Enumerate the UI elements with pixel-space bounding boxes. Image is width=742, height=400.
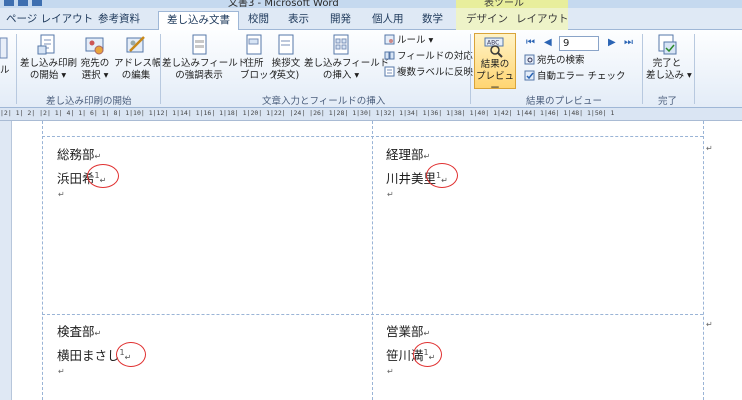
next-record-icon[interactable]: ▶ bbox=[608, 37, 616, 48]
tab-math[interactable]: 数学 bbox=[420, 11, 445, 30]
quick-access-icon[interactable] bbox=[18, 0, 28, 6]
label-department: 検査部↵ bbox=[57, 324, 102, 339]
record-number-input[interactable]: 9 bbox=[559, 36, 599, 51]
tab-references[interactable]: 参考資料 bbox=[96, 11, 142, 30]
label-department: 営業部↵ bbox=[386, 324, 431, 339]
address-block-icon bbox=[246, 34, 262, 55]
match-fields-icon bbox=[384, 51, 395, 60]
table-row-divider bbox=[42, 314, 703, 315]
quick-access-icon[interactable] bbox=[4, 0, 14, 6]
tab-table-design[interactable]: デザイン bbox=[464, 11, 510, 30]
tab-page-layout[interactable]: ページ レイアウト bbox=[4, 11, 95, 30]
label-department: 総務部↵ bbox=[57, 147, 102, 162]
tab-developer[interactable]: 開発 bbox=[328, 11, 353, 30]
quick-access-icon[interactable] bbox=[32, 0, 42, 6]
select-recipients-button[interactable]: 宛先の 選択 ▾ bbox=[80, 34, 110, 82]
tab-review[interactable]: 校閲 bbox=[246, 11, 271, 30]
end-of-row-mark: ↵ bbox=[706, 320, 713, 329]
rules-button[interactable]: ルール ▾ bbox=[384, 34, 433, 47]
edit-recipient-list-button[interactable]: アドレス帳 の編集 bbox=[114, 34, 162, 82]
tab-mailings[interactable]: 差し込み文書 bbox=[158, 11, 239, 31]
auto-check-icon bbox=[524, 70, 535, 81]
highlight-circle bbox=[87, 164, 119, 188]
preview-results-icon: ABC bbox=[484, 37, 504, 58]
group-separator bbox=[160, 34, 161, 104]
highlight-circle bbox=[426, 163, 458, 188]
table-border-right bbox=[703, 121, 704, 400]
context-group-title: 表ツール bbox=[484, 0, 524, 8]
tab-table-layout[interactable]: レイアウト bbox=[514, 11, 571, 30]
label-department: 経理部↵ bbox=[386, 147, 431, 162]
highlight-circle bbox=[413, 342, 442, 367]
tab-personal[interactable]: 個人用 bbox=[370, 11, 406, 30]
horizontal-ruler[interactable]: |2| 1| 2| |2| 1| 4| 1| 6| 1| 8| 1|10| 1|… bbox=[0, 108, 742, 121]
match-fields-button[interactable]: フィールドの対応 bbox=[384, 50, 473, 63]
previous-record-icon[interactable]: ◀ bbox=[544, 37, 552, 48]
update-labels-icon bbox=[384, 66, 395, 77]
title-bar: 文書3 - Microsoft Word 表ツール bbox=[0, 0, 742, 8]
group-label-finish: 完了 bbox=[658, 96, 678, 107]
table-border-top bbox=[42, 136, 703, 137]
cut-off-button-label[interactable]: ル bbox=[0, 64, 10, 77]
group-label-write-insert: 文章入力とフィールドの挿入 bbox=[262, 96, 386, 107]
ribbon-tabs: ページ レイアウト 参考資料 差し込み文書 校閲 表示 開発 個人用 数学 デザ… bbox=[0, 8, 742, 31]
group-separator bbox=[16, 34, 17, 104]
group-label-start-merge: 差し込み印刷の開始 bbox=[46, 96, 132, 107]
find-recipient-icon bbox=[524, 54, 535, 65]
auto-check-errors-button[interactable]: 自動エラー チェック bbox=[524, 70, 626, 83]
group-label-preview-results: 結果のプレビュー bbox=[526, 96, 603, 107]
insert-field-icon bbox=[333, 34, 349, 55]
ribbon: ル 差し込み印刷 の開始 ▾ 宛先の 選択 ▾ アドレス帳 の編集 差し込み印刷… bbox=[0, 30, 742, 108]
table-border-left bbox=[42, 121, 43, 400]
tab-view[interactable]: 表示 bbox=[286, 11, 311, 30]
group-separator bbox=[694, 34, 695, 104]
preview-results-button[interactable]: ABC 結果の プレビュー bbox=[474, 33, 516, 94]
ruler-scale: |2| 1| 2| |2| 1| 4| 1| 6| 1| 8| 1|10| 1|… bbox=[0, 109, 615, 117]
finish-merge-icon bbox=[658, 34, 677, 55]
insert-merge-field-button[interactable]: 差し込みフィールド の挿入 ▾ bbox=[304, 34, 389, 82]
group-separator bbox=[470, 34, 471, 104]
update-labels-button[interactable]: 複数ラベルに反映 bbox=[384, 66, 473, 79]
window-title: 文書3 - Microsoft Word bbox=[228, 0, 339, 8]
find-recipient-button[interactable]: 宛先の検索 bbox=[524, 54, 585, 67]
paragraph-mark: ↵ bbox=[387, 190, 394, 199]
paragraph-mark: ↵ bbox=[58, 367, 65, 376]
svg-text:ABC: ABC bbox=[487, 40, 499, 47]
highlight-fields-icon bbox=[192, 34, 207, 55]
highlight-merge-fields-button[interactable]: 差し込みフィールド の強調表示 bbox=[162, 34, 247, 82]
first-record-icon[interactable]: ⏮ bbox=[526, 37, 535, 48]
start-merge-icon bbox=[37, 34, 55, 55]
left-margin-bar bbox=[0, 121, 12, 400]
end-of-row-mark: ↵ bbox=[706, 144, 713, 153]
greeting-line-icon bbox=[278, 34, 294, 55]
edit-list-icon bbox=[126, 36, 145, 53]
cut-off-icon bbox=[0, 37, 8, 59]
finish-merge-button[interactable]: 完了と 差し込み ▾ bbox=[646, 34, 692, 82]
paragraph-mark: ↵ bbox=[58, 190, 65, 199]
greeting-line-button[interactable]: 挨拶文 (英文) bbox=[270, 34, 302, 82]
address-block-button[interactable]: 住所 ブロック bbox=[240, 34, 278, 82]
rules-icon bbox=[384, 34, 395, 45]
table-border-middle bbox=[372, 121, 373, 400]
paragraph-mark: ↵ bbox=[387, 367, 394, 376]
context-tab-band: 表ツール bbox=[456, 0, 568, 8]
group-separator bbox=[642, 34, 643, 104]
start-mail-merge-button[interactable]: 差し込み印刷 の開始 ▾ bbox=[20, 34, 77, 82]
highlight-circle bbox=[116, 342, 146, 367]
last-record-icon[interactable]: ⏭ bbox=[624, 37, 633, 48]
recipients-icon bbox=[85, 37, 104, 55]
